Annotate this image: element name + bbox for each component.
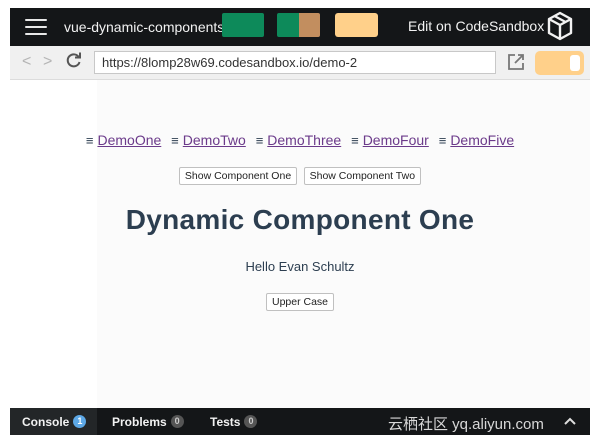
hamburger-menu-icon[interactable] [25,19,47,35]
demo-three-link[interactable]: DemoThree [267,132,341,148]
component-switch-buttons: Show Component One Show Component Two [10,166,590,185]
show-component-one-button[interactable]: Show Component One [178,167,298,185]
sandbox-title: vue-dynamic-components [64,19,225,35]
color-swatch-green-split[interactable] [277,13,299,37]
problems-count-badge: 0 [170,415,184,428]
demo-nav: ≡ DemoOne ≡ DemoTwo ≡ DemoThree ≡ DemoFour ≡… [10,132,590,148]
demo-one-link[interactable]: DemoOne [97,132,161,148]
forward-arrow-icon[interactable]: > [43,53,52,71]
demo-nav-item-two: ≡ DemoTwo [171,132,246,148]
tab-tests-label: Tests [210,414,241,429]
top-bar: vue-dynamic-components Edit on CodeSandb… [10,8,590,46]
tab-problems-label: Problems [112,414,167,429]
tab-problems[interactable]: Problems 0 [112,408,184,435]
back-arrow-icon[interactable]: < [22,53,31,71]
menu-lines-icon: ≡ [85,133,94,148]
upper-case-row: Upper Case [10,292,590,311]
menu-lines-icon: ≡ [171,133,179,148]
upper-case-button[interactable]: Upper Case [265,293,335,311]
console-count-badge: 1 [73,415,87,428]
menu-lines-icon: ≡ [351,133,359,148]
component-heading: Dynamic Component One [125,204,475,235]
edit-on-codesandbox-link[interactable]: Edit on CodeSandbox [408,18,544,34]
demo-nav-item-five: ≡ DemoFive [439,132,514,148]
preview-viewport: ≡ DemoOne ≡ DemoTwo ≡ DemoThree ≡ DemoFour ≡… [10,80,590,408]
demo-two-link[interactable]: DemoTwo [183,132,246,148]
chevron-up-icon[interactable] [563,415,577,427]
url-input[interactable] [94,51,496,74]
greeting-text: Hello Evan Schultz [245,259,355,274]
demo-nav-item-one: ≡ DemoOne [86,132,161,148]
preview-toggle[interactable] [535,51,584,75]
demo-nav-item-four: ≡ DemoFour [351,132,429,148]
demo-nav-item-three: ≡ DemoThree [256,132,342,148]
watermark-text: 云栖社区 yq.aliyun.com [388,416,544,433]
preview-pane-background [97,80,590,408]
tab-console[interactable]: Console 1 [10,408,97,435]
toggle-knob [570,55,580,71]
tab-console-label: Console [22,414,70,429]
open-external-icon[interactable] [507,53,525,71]
tab-tests[interactable]: Tests 0 [210,408,258,435]
codesandbox-cube-icon[interactable] [546,11,574,41]
color-swatch-peach[interactable] [335,13,378,37]
show-component-two-button[interactable]: Show Component Two [303,167,422,185]
color-swatch-green[interactable] [222,13,264,37]
browser-address-bar: < > [10,46,590,80]
tests-count-badge: 0 [244,415,258,428]
bottom-devtools-bar: Console 1 Problems 0 Tests 0 云栖社区 yq.ali… [10,408,590,435]
menu-lines-icon: ≡ [438,133,447,148]
reload-icon[interactable] [66,51,82,69]
demo-five-link[interactable]: DemoFive [450,132,514,148]
color-swatch-tan[interactable] [299,13,320,37]
menu-lines-icon: ≡ [255,133,264,148]
demo-four-link[interactable]: DemoFour [363,132,429,148]
